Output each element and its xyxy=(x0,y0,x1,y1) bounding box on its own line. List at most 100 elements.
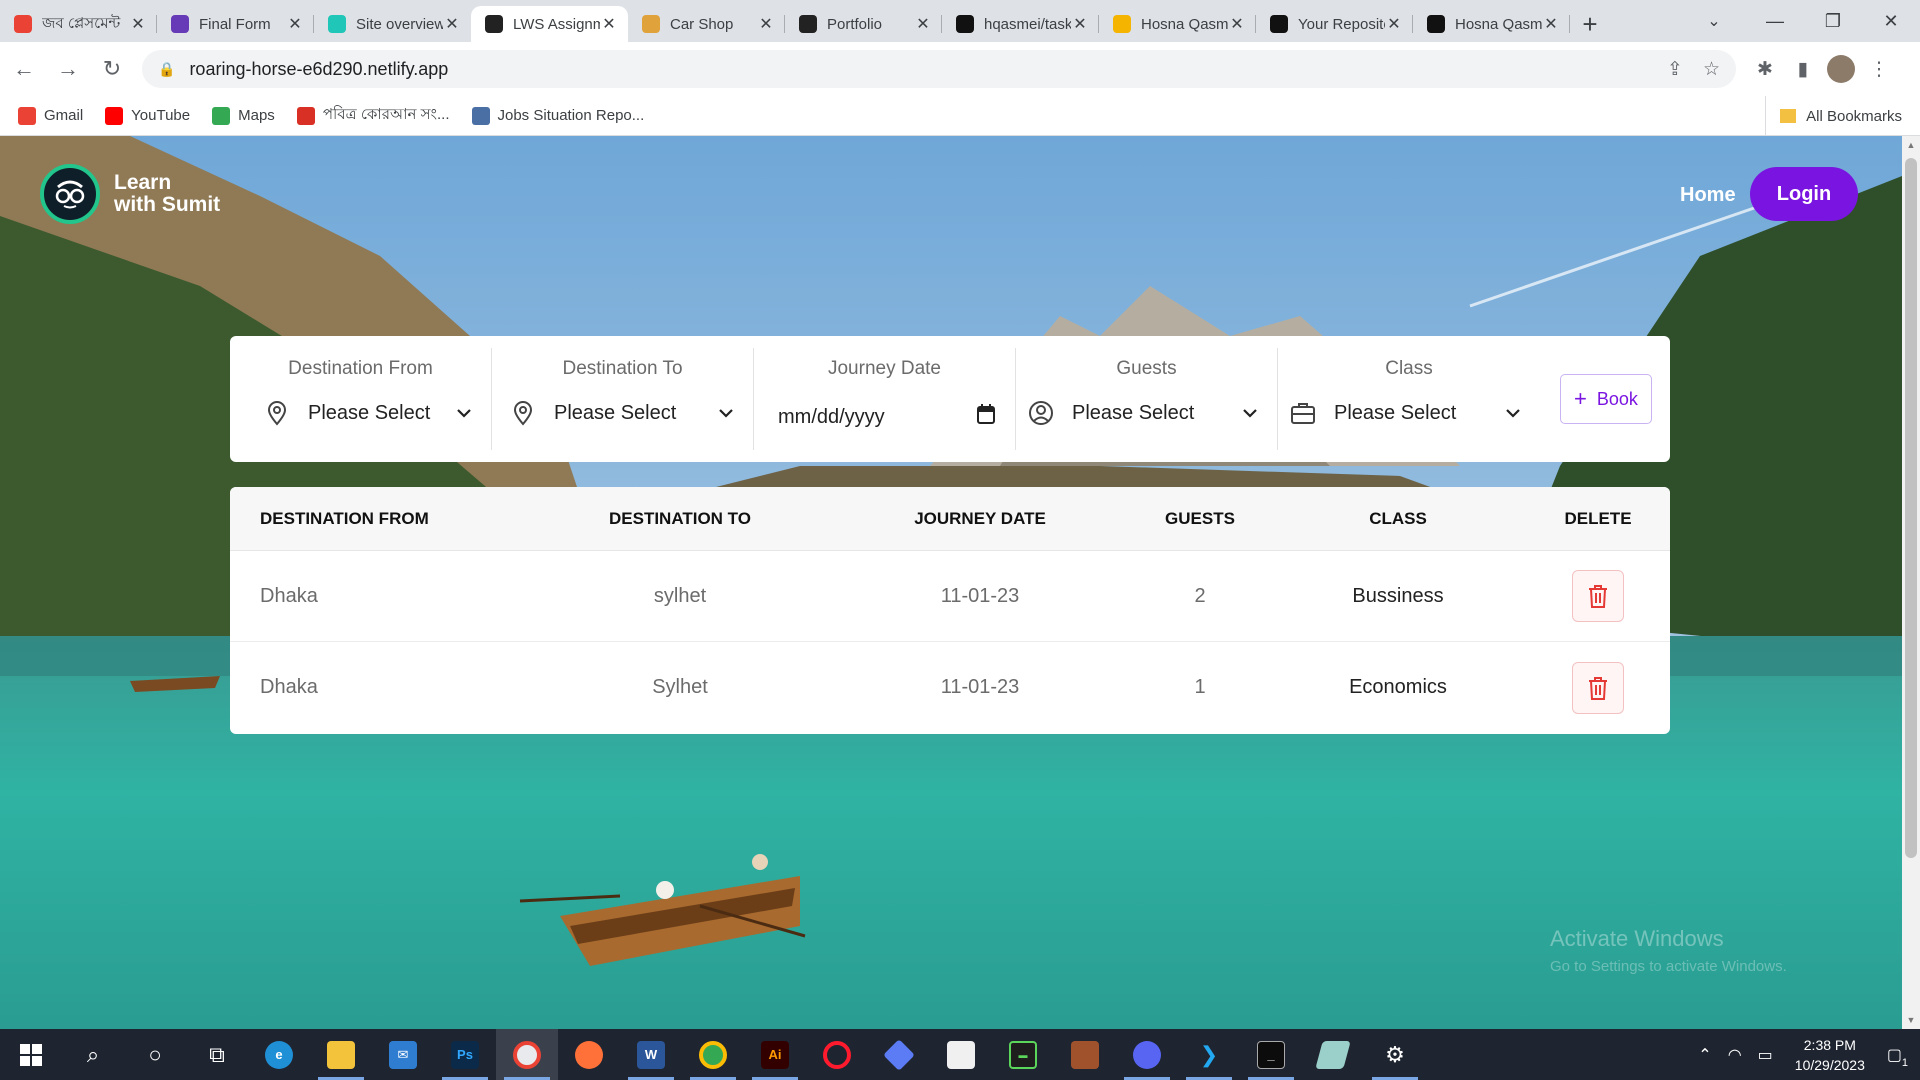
cell-date: 11-01-23 xyxy=(940,676,1020,698)
browser-tab[interactable]: জব প্লেসমেন্ট ✕ xyxy=(0,6,157,42)
chrome-profile-icon[interactable] xyxy=(682,1029,744,1080)
edge-icon[interactable]: e xyxy=(248,1029,310,1080)
delete-button[interactable] xyxy=(1572,661,1624,714)
glasses-face-icon xyxy=(40,164,100,224)
bookmarks-bar: Gmail YouTube Maps পবিত্র কোরআন সং... Jobs S… xyxy=(0,96,1920,136)
guests-select[interactable]: Please Select xyxy=(1016,400,1277,426)
cmd-icon[interactable]: _ xyxy=(1240,1029,1302,1080)
login-button[interactable]: Login xyxy=(1750,167,1858,221)
windows-start-icon[interactable] xyxy=(0,1029,62,1080)
notepad-icon[interactable] xyxy=(1302,1029,1364,1080)
bookmark-star-icon[interactable]: ☆ xyxy=(1703,58,1720,81)
browser-tab[interactable]: Site overview ✕ xyxy=(314,6,471,42)
share-icon[interactable]: ⇪ xyxy=(1667,58,1683,81)
battery-icon[interactable]: ▭ xyxy=(1758,1045,1773,1065)
address-bar[interactable]: 🔒 roaring-horse-e6d290.netlify.app ⇪ ☆ xyxy=(142,50,1736,88)
browser-tab[interactable]: Hosna Qasmei✕ xyxy=(1413,6,1570,42)
chevron-down-icon xyxy=(1506,405,1520,421)
class-select[interactable]: Please Select xyxy=(1278,400,1540,426)
destination-from-select[interactable]: Please Select xyxy=(230,400,491,426)
cortana-icon[interactable]: ○ xyxy=(124,1029,186,1080)
maximize-icon[interactable]: ❐ xyxy=(1804,0,1862,42)
bookmark-item[interactable]: YouTube xyxy=(105,106,190,125)
page-scrollbar[interactable]: ▲ ▼ xyxy=(1902,136,1920,1029)
close-tab-icon[interactable]: ✕ xyxy=(1071,14,1089,34)
close-tab-icon[interactable]: ✕ xyxy=(1228,14,1246,34)
illustrator-icon[interactable]: Ai xyxy=(744,1029,806,1080)
profile-avatar[interactable] xyxy=(1827,55,1855,83)
user-circle-icon xyxy=(1028,400,1054,426)
bookmark-item[interactable]: Maps xyxy=(212,106,275,125)
new-tab-icon[interactable]: + xyxy=(1570,6,1610,42)
calendar-icon[interactable] xyxy=(977,404,995,430)
browser-tab[interactable]: hqasmei/task ✕ xyxy=(942,6,1099,42)
app-diamond-icon[interactable] xyxy=(868,1029,930,1080)
tab-search-icon[interactable]: ⌄ xyxy=(1698,8,1730,34)
close-tab-icon[interactable]: ✕ xyxy=(129,14,147,34)
chrome-icon[interactable] xyxy=(496,1029,558,1080)
close-tab-icon[interactable]: ✕ xyxy=(600,14,618,34)
forward-icon[interactable]: → xyxy=(48,49,88,89)
nav-home-link[interactable]: Home xyxy=(1680,184,1736,207)
close-tab-icon[interactable]: ✕ xyxy=(1542,14,1560,34)
opera-icon[interactable] xyxy=(806,1029,868,1080)
word-icon[interactable]: W xyxy=(620,1029,682,1080)
close-tab-icon[interactable]: ✕ xyxy=(1385,14,1403,34)
book-button[interactable]: + Book xyxy=(1560,374,1652,424)
discord-icon[interactable] xyxy=(1116,1029,1178,1080)
menu-kebab-icon[interactable]: ⋮ xyxy=(1860,50,1898,88)
scroll-up-icon[interactable]: ▲ xyxy=(1902,136,1920,154)
destination-to-select[interactable]: Please Select xyxy=(492,400,753,426)
journey-date-placeholder: mm/dd/yyyy xyxy=(778,405,885,428)
reload-icon[interactable]: ↻ xyxy=(92,49,132,89)
all-bookmarks[interactable]: All Bookmarks xyxy=(1765,96,1902,136)
browser-tab[interactable]: Portfolio ✕ xyxy=(785,6,942,42)
bookmark-label: Maps xyxy=(238,107,275,124)
close-window-icon[interactable]: ✕ xyxy=(1862,0,1920,42)
cell-guests: 1 xyxy=(1194,676,1206,698)
browser-tab[interactable]: Car Shop ✕ xyxy=(628,6,785,42)
quran-icon xyxy=(296,106,315,125)
url-text: roaring-horse-e6d290.netlify.app xyxy=(189,58,449,79)
chevron-up-icon[interactable]: ⌃ xyxy=(1698,1045,1711,1065)
side-panel-icon[interactable]: ▮ xyxy=(1784,50,1822,88)
file-explorer-icon[interactable] xyxy=(310,1029,372,1080)
photoshop-icon[interactable]: Ps xyxy=(434,1029,496,1080)
tab-title: hqasmei/task xyxy=(984,15,1071,33)
browser-tab[interactable]: Hosna Qasmei✕ xyxy=(1099,6,1256,42)
game-icon[interactable] xyxy=(1054,1029,1116,1080)
close-tab-icon[interactable]: ✕ xyxy=(757,14,775,34)
store-icon[interactable] xyxy=(930,1029,992,1080)
wifi-icon[interactable]: ◠ xyxy=(1728,1045,1742,1065)
back-icon[interactable]: ← xyxy=(4,49,44,89)
cell-date: 11-01-23 xyxy=(940,584,1020,607)
bookmark-item[interactable]: পবিত্র কোরআন সং... xyxy=(296,103,450,128)
clock[interactable]: 2:38 PM 10/29/2023 xyxy=(1795,1035,1865,1075)
browser-tab[interactable]: Final Form ✕ xyxy=(157,6,314,42)
scroll-down-icon[interactable]: ▼ xyxy=(1902,1011,1920,1029)
journey-date-input[interactable]: mm/dd/yyyy xyxy=(754,404,1015,430)
brand-logo[interactable]: Learn with Sumit xyxy=(40,164,220,224)
bookmark-item[interactable]: Gmail xyxy=(18,106,83,125)
mail-icon[interactable]: ✉ xyxy=(372,1029,434,1080)
task-view-icon[interactable]: ⧉ xyxy=(186,1029,248,1080)
close-tab-icon[interactable]: ✕ xyxy=(443,14,461,34)
chevron-down-icon xyxy=(719,405,733,421)
notification-icon[interactable]: ▢ 1 xyxy=(1887,1045,1908,1069)
firefox-icon[interactable] xyxy=(558,1029,620,1080)
bookmark-item[interactable]: Jobs Situation Repo... xyxy=(471,106,644,125)
cell-class: Bussiness xyxy=(1352,584,1444,607)
vscode-icon[interactable]: ❯ xyxy=(1178,1029,1240,1080)
terminal-app-icon[interactable]: ▬ xyxy=(992,1029,1054,1080)
browser-tab[interactable]: LWS Assignment✕ xyxy=(471,6,628,42)
settings-gear-icon[interactable]: ⚙ xyxy=(1364,1029,1426,1080)
page-viewport: Learn with Sumit Home Login Destination … xyxy=(0,136,1902,1029)
scrollbar-thumb[interactable] xyxy=(1905,158,1917,858)
browser-tab[interactable]: Your Repositories✕ xyxy=(1256,6,1413,42)
close-tab-icon[interactable]: ✕ xyxy=(286,14,304,34)
close-tab-icon[interactable]: ✕ xyxy=(914,14,932,34)
extensions-icon[interactable]: ✱ xyxy=(1746,50,1784,88)
minimize-icon[interactable]: — xyxy=(1746,0,1804,42)
delete-button[interactable] xyxy=(1572,570,1624,622)
search-icon[interactable]: ⌕ xyxy=(62,1029,124,1080)
